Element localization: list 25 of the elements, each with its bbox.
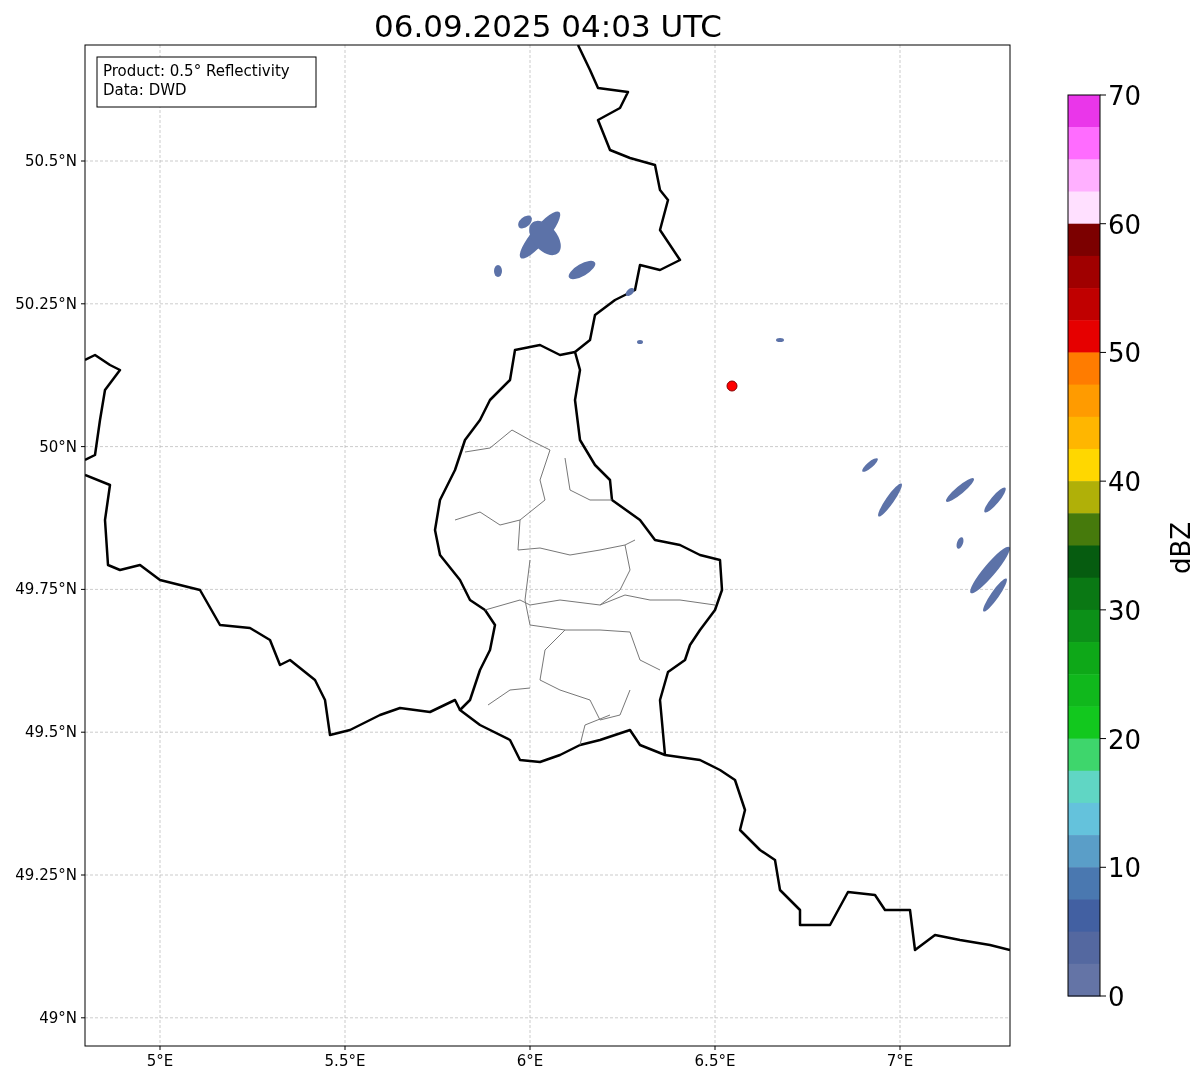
colorbar-label: dBZ: [1166, 521, 1196, 575]
colorbar-tick-label: 40: [1108, 467, 1142, 498]
latitude-label: 50.25°N: [15, 294, 77, 313]
info-text: Data: DWD: [103, 81, 187, 99]
longitude-label: 7°E: [886, 1052, 914, 1070]
longitude-label: 6°E: [516, 1052, 544, 1070]
latitude-label: 49.5°N: [24, 723, 77, 742]
latitude-label: 49.25°N: [15, 866, 77, 884]
colorbar-tick-label: 20: [1108, 724, 1142, 755]
info-text: Product: 0.5° Reflectivity: [103, 62, 290, 80]
longitude-label: 6.5°E: [694, 1052, 736, 1070]
chart-title: 06.09.2025 04:03 UTC: [374, 8, 722, 44]
longitude-label: 5.5°E: [324, 1052, 366, 1070]
colorbar-tick-label: 60: [1108, 209, 1142, 240]
colorbar-tick-label: 30: [1108, 595, 1142, 626]
colorbar-tick-label: 70: [1108, 81, 1142, 111]
longitude-label: 5°E: [146, 1052, 174, 1070]
latitude-label: 50°N: [39, 437, 77, 456]
location-marker: [726, 380, 738, 392]
latitude-label: 50.5°N: [24, 152, 77, 170]
colorbar-tick-label: 50: [1108, 338, 1142, 369]
colorbar-tick-label: 10: [1108, 853, 1142, 884]
latitude-label: 49°N: [39, 1008, 77, 1027]
latitude-label: 49.75°N: [15, 580, 77, 599]
colorbar-tick-label: 0: [1108, 982, 1125, 1012]
